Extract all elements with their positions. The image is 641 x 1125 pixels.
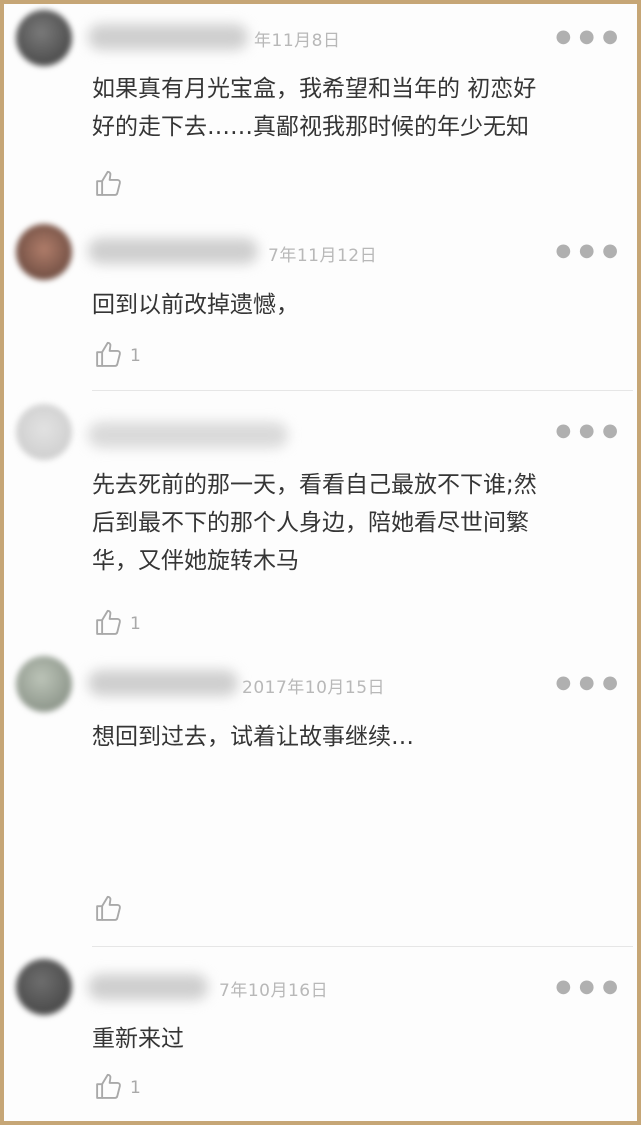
comment-date: 7年10月16日 [219,981,329,1001]
thumbs-up-icon [94,168,124,202]
thumbs-up-icon [94,1071,124,1105]
avatar[interactable] [16,404,72,460]
thumbs-up-icon [94,607,124,641]
thumbs-up-icon [94,339,124,373]
more-icon[interactable]: ● ● ● [555,978,619,996]
more-icon[interactable]: ● ● ● [555,28,619,46]
like-count: 1 [130,1078,141,1098]
like-button[interactable]: 1 [94,1072,141,1104]
comment-text: 想回到过去，试着让故事继续… [92,724,414,750]
username[interactable] [88,422,288,448]
username[interactable] [88,24,248,50]
comment-date: 年11月8日 [254,31,341,51]
divider [92,946,633,947]
avatar[interactable] [16,10,72,66]
comment-text: 如果真有月光宝盒，我希望和当年的 初恋好 好的走下去……真鄙视我那时候的年少无知 [92,76,537,140]
comment-text: 回到以前改掉遗憾， [92,292,299,318]
comment-date: 7年11月12日 [268,246,378,266]
like-button[interactable] [94,169,130,201]
avatar[interactable] [16,224,72,280]
like-button[interactable]: 1 [94,608,141,640]
divider [92,390,633,391]
more-icon[interactable]: ● ● ● [555,242,619,260]
like-count: 1 [130,614,141,634]
comment-date: 2017年10月15日 [242,678,386,698]
like-button[interactable]: 1 [94,340,141,372]
username[interactable] [88,974,208,1000]
thumbs-up-icon [94,893,124,927]
comment-text: 先去死前的那一天，看看自己最放不下谁;然 后到最不下的那个人身边，陪她看尽世间繁… [92,472,537,574]
more-icon[interactable]: ● ● ● [555,422,619,440]
avatar[interactable] [16,959,72,1015]
avatar[interactable] [16,656,72,712]
comment-text: 重新来过 [92,1026,184,1052]
username[interactable] [88,238,258,264]
like-count: 1 [130,346,141,366]
username[interactable] [88,670,238,696]
more-icon[interactable]: ● ● ● [555,674,619,692]
screenshot-frame: 年11月8日 ● ● ● 如果真有月光宝盒，我希望和当年的 初恋好 好的走下去…… [0,0,641,1125]
like-button[interactable] [94,894,130,926]
